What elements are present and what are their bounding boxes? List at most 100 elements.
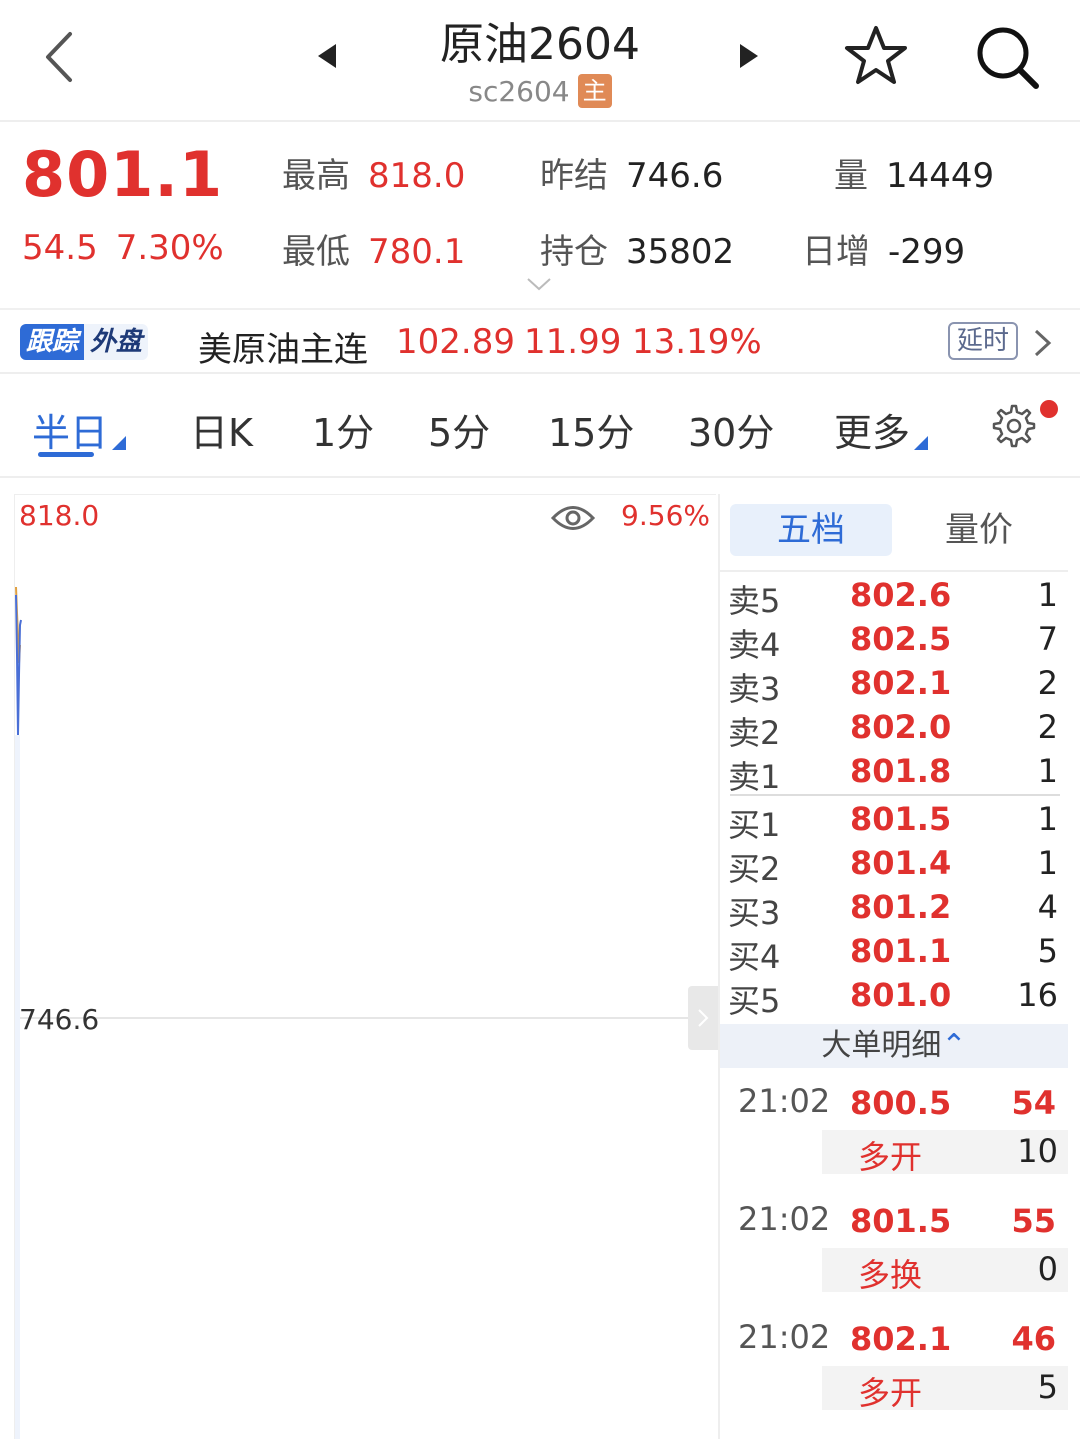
big-order-count: 0 [1037,1250,1058,1288]
big-order-time: 21:02 [738,1318,831,1356]
ask-price: 802.0 [850,708,952,746]
intraday-chart[interactable]: 818.0 9.56% 746.6 [14,494,717,1439]
big-order-volume: 46 [1011,1320,1056,1358]
main-contract-badge: 主 [577,74,612,108]
tracking-change: 11.99 [524,322,622,362]
ask-level-5: 卖5 802.6 1 [720,574,1068,620]
ask-label: 卖3 [728,670,781,708]
volume-label: 量 [834,156,868,196]
daily-change-label: 日增 [802,232,870,272]
tracking-badge-right: 外盘 [84,324,149,360]
chart-high-label: 818.0 [19,499,100,532]
big-order-type: 多换 [858,1256,923,1294]
bid-qty: 1 [1037,800,1058,838]
foreign-market-tracking-bar[interactable]: 跟踪 外盘 美原油主连 102.89 11.99 13.19% 延时 [0,310,1080,374]
big-order-detail: 多开 10 [822,1130,1068,1176]
prev-settle-stat: 昨结 746.6 [540,148,723,197]
big-order-count: 5 [1037,1368,1058,1406]
prev-settle-label: 昨结 [540,156,608,196]
big-order-type: 多开 [858,1138,923,1176]
price-line [15,594,22,736]
eye-icon[interactable] [551,503,595,533]
previous-contract-arrow-icon[interactable] [318,44,336,68]
bid-level-4: 买4 801.1 5 [720,930,1068,976]
expand-chevron-icon[interactable] [526,276,552,292]
panel-collapse-handle[interactable] [688,986,718,1050]
tab-half-day-dropdown-icon[interactable] [112,436,126,450]
divider [720,570,1068,572]
ask-qty: 1 [1037,752,1058,790]
ask-label: 卖5 [728,582,781,620]
tab-daily-k[interactable]: 日K [190,402,253,457]
bid-price: 801.5 [850,800,952,838]
ask-qty: 2 [1037,664,1058,702]
big-order-type: 多开 [858,1374,923,1412]
tab-volume-price[interactable]: 量价 [898,504,1060,556]
back-arrow-icon[interactable] [40,30,80,84]
tab-five-levels[interactable]: 五档 [730,504,892,556]
daily-change-stat: 日增 -299 [802,224,965,273]
tab-more-dropdown-icon[interactable] [914,436,928,450]
open-interest-value: 35802 [626,232,735,272]
change-percent: 7.30% [115,228,224,268]
bid-qty: 5 [1037,932,1058,970]
daily-change-value: -299 [888,232,966,272]
tab-1min[interactable]: 1分 [312,402,374,457]
big-order-time: 21:02 [738,1200,831,1238]
next-contract-arrow-icon[interactable] [740,44,758,68]
active-tab-indicator [38,452,94,457]
ask-price: 802.5 [850,620,952,658]
big-orders-header[interactable]: 大单明细⌃ [720,1024,1068,1068]
ask-price: 801.8 [850,752,952,790]
tab-15min[interactable]: 15分 [548,402,634,457]
chart-period-tabs: 半日 日K 1分 5分 15分 30分 更多 [0,376,1080,478]
volume-stat: 量 14449 [834,148,994,197]
high-value: 818.0 [368,156,466,196]
search-icon[interactable] [974,24,1040,90]
bid-ask-divider [730,794,1060,796]
bid-label: 买3 [728,894,781,932]
ask-qty: 7 [1037,620,1058,658]
bid-qty: 1 [1037,844,1058,882]
big-order-volume: 54 [1011,1084,1056,1122]
big-order-price: 800.5 [850,1084,952,1122]
change-value: 54.5 [22,228,98,268]
open-interest-label: 持仓 [540,232,608,272]
tab-30min[interactable]: 30分 [688,402,774,457]
high-label: 最高 [282,156,350,196]
big-order-detail: 多开 5 [822,1366,1068,1412]
bid-qty: 4 [1037,888,1058,926]
ask-qty: 1 [1037,576,1058,614]
open-interest-stat: 持仓 35802 [540,224,734,273]
contract-code-line: sc2604 主 [340,74,740,108]
big-order-price: 802.1 [850,1320,952,1358]
order-book-panel: 五档 量价 卖5 802.6 1 卖4 802.5 7 卖3 802.1 2 卖… [718,494,1068,1439]
big-order-time: 21:02 [738,1082,831,1120]
ask-label: 卖2 [728,714,781,752]
tracking-badge: 跟踪 外盘 [20,324,149,360]
bid-price: 801.1 [850,932,952,970]
tab-half-day[interactable]: 半日 [32,402,108,457]
chevron-right-icon[interactable] [1030,328,1054,358]
low-stat: 最低 780.1 [282,224,465,273]
tab-5min[interactable]: 5分 [428,402,490,457]
delay-badge: 延时 [948,322,1018,360]
chart-canvas [15,586,717,1439]
ask-level-1: 卖1 801.8 1 [720,750,1068,796]
ask-level-3: 卖3 802.1 2 [720,662,1068,708]
quote-summary: 801.1 54.5 7.30% 最高 818.0 最低 780.1 昨结 746.6 … [0,124,1080,310]
tab-more[interactable]: 更多 [834,402,910,457]
bid-price: 801.2 [850,888,952,926]
big-order-detail: 多换 0 [822,1248,1068,1294]
gear-icon[interactable] [988,402,1036,450]
bid-level-1: 买1 801.5 1 [720,798,1068,844]
chevron-right-icon [698,1009,709,1027]
order-book-tabs: 五档 量价 [730,504,1060,556]
star-favorite-icon[interactable] [844,24,908,88]
high-stat: 最高 818.0 [282,148,465,197]
ask-price: 802.1 [850,664,952,702]
ask-price: 802.6 [850,576,952,614]
chart-base-label: 746.6 [19,1003,100,1036]
tracking-badge-left: 跟踪 [20,324,85,360]
bid-label: 买1 [728,806,781,844]
